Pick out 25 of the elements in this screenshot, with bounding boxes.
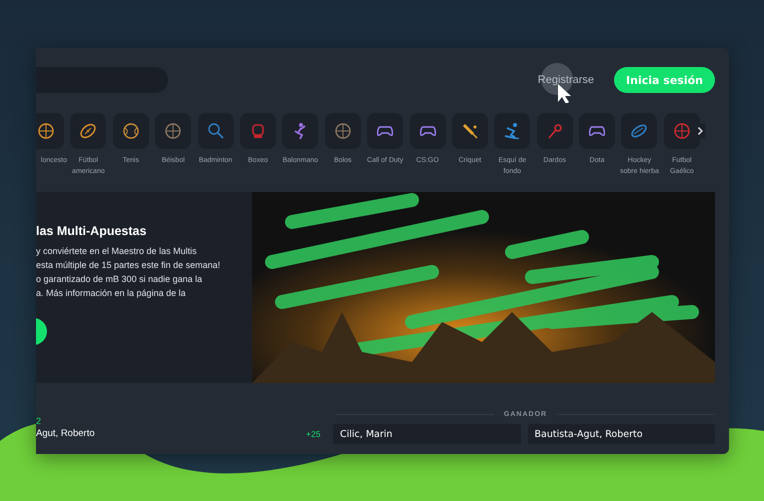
odds-text: +25 <box>306 429 320 439</box>
sport-tile[interactable] <box>282 113 318 149</box>
banner-text: y conviértete en el Maestro de las Multis esta múltiple de 15 partes este fin de semana! o garantizado de mB 300 si nadie gana la a. Más información en la página de la <box>36 245 222 300</box>
chevron-right-icon[interactable] <box>695 122 707 140</box>
sport-tile[interactable] <box>579 113 616 149</box>
sport-tile[interactable] <box>664 113 700 149</box>
sport-tile[interactable] <box>198 113 234 149</box>
sport-tile[interactable] <box>410 113 446 149</box>
sport-tile[interactable] <box>324 113 361 149</box>
selection-button[interactable]: Bautista-Agut, Roberto <box>528 424 715 444</box>
selection-button[interactable]: Cilic, Marin <box>333 424 520 444</box>
register-link[interactable]: Registrarse <box>538 74 594 86</box>
sport-tile[interactable] <box>536 113 573 149</box>
banner-title: las Multi-Apuestas <box>36 224 148 238</box>
sport-tile[interactable] <box>70 113 106 149</box>
player-name: Agut, Roberto <box>36 428 95 439</box>
sport-tile[interactable] <box>240 113 276 149</box>
sport-tile[interactable] <box>621 113 658 149</box>
sport-tile[interactable] <box>36 113 64 149</box>
sport-tile[interactable] <box>494 113 530 149</box>
sport-tile[interactable] <box>452 113 488 149</box>
count-text: 2 <box>36 416 42 426</box>
sport-tile[interactable] <box>367 113 404 149</box>
sport-tile[interactable] <box>155 113 192 149</box>
sport-tile[interactable] <box>112 113 149 149</box>
